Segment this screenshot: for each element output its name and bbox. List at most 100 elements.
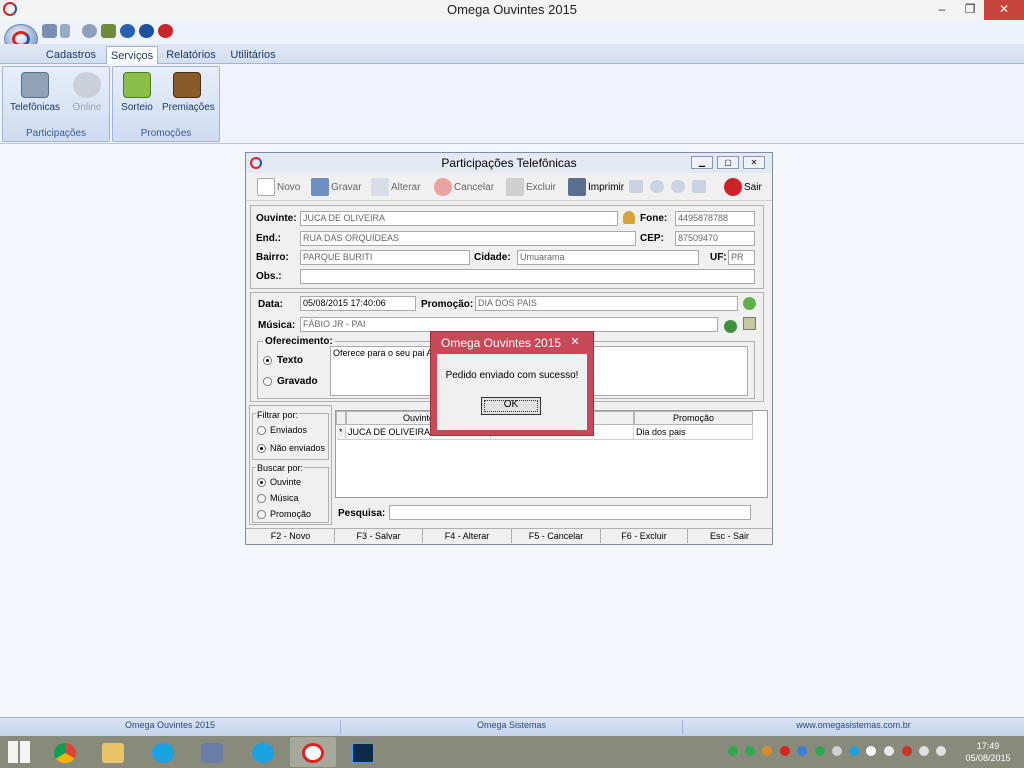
tray-omega-icon[interactable] [780, 746, 790, 756]
taskbar-chrome[interactable] [42, 737, 88, 767]
tray-app-icon[interactable] [762, 746, 772, 756]
first-record-icon[interactable] [629, 180, 643, 193]
close-button[interactable]: ✕ [984, 0, 1024, 20]
tab-relatorios[interactable]: Relatórios [163, 46, 219, 65]
dialog-message: Pedido enviado com sucesso! [445, 370, 579, 381]
shortcut-sair[interactable]: Esc - Sair [688, 529, 771, 543]
next-record-icon[interactable] [671, 180, 685, 193]
tab-cadastros[interactable]: Cadastros [42, 46, 100, 65]
buscar-label: Buscar por: [256, 463, 305, 473]
end-field[interactable]: RUA DAS ORQUÍDEAS [300, 231, 636, 246]
buscar-musica-radio[interactable] [257, 494, 266, 503]
previous-record-icon[interactable] [650, 180, 664, 193]
taskbar-clock[interactable]: 17:49 05/08/2015 [958, 740, 1018, 764]
bairro-field[interactable]: PARQUE BURITI [300, 250, 470, 265]
tray-sync-icon[interactable] [797, 746, 807, 756]
nao-enviados-radio[interactable] [257, 444, 266, 453]
download-icon[interactable] [101, 24, 116, 38]
grid-header-promocao[interactable]: Promoção [634, 411, 753, 425]
tray-flag-icon[interactable] [919, 746, 929, 756]
premiacoes-button[interactable]: Premiações [162, 70, 215, 118]
child-maximize-button[interactable]: ▢ [717, 156, 739, 169]
refresh-icon[interactable] [120, 24, 135, 38]
shortcut-salvar[interactable]: F3 - Salvar [335, 529, 423, 543]
buscar-ouvinte-radio[interactable] [257, 478, 266, 487]
data-field[interactable]: 05/08/2015 17:40:06 [300, 296, 416, 311]
treasure-chest-icon [173, 72, 201, 98]
pesquisa-field[interactable] [389, 505, 751, 520]
child-close-button[interactable]: ✕ [743, 156, 765, 169]
fone-field[interactable]: 4495878788 [675, 211, 755, 226]
cancelar-button[interactable]: Cancelar [434, 177, 494, 197]
taskbar-skype-2[interactable] [240, 737, 286, 767]
filtrar-label: Filtrar por: [256, 410, 300, 420]
promocao-field[interactable]: DIA DOS PAIS [475, 296, 738, 311]
tray-cloud-icon[interactable] [866, 746, 876, 756]
tray-skype-icon[interactable] [849, 746, 859, 756]
uf-field[interactable]: PR [728, 250, 755, 265]
premiacoes-label: Premiações [162, 102, 215, 113]
gravado-radio[interactable] [263, 377, 272, 386]
edit-music-icon[interactable] [743, 317, 756, 330]
minimize-button[interactable]: – [928, 0, 956, 20]
cancelar-label: Cancelar [454, 181, 495, 193]
child-minimize-button[interactable]: ▁ [691, 156, 713, 169]
tab-servicos[interactable]: Serviços [106, 46, 158, 65]
shortcut-alterar[interactable]: F4 - Alterar [423, 529, 512, 543]
tray-volume-icon[interactable] [936, 746, 946, 756]
cep-field[interactable]: 87509470 [675, 231, 755, 246]
shortcut-excluir[interactable]: F6 - Excluir [601, 529, 688, 543]
alterar-button[interactable]: Alterar [371, 177, 420, 197]
taskbar-omega-ouvintes[interactable] [290, 737, 336, 767]
tray-security-icon[interactable] [832, 746, 842, 756]
sair-button[interactable]: Sair [724, 177, 762, 197]
restore-button[interactable]: ❐ [956, 0, 984, 20]
taskbar-skype-1[interactable] [140, 737, 186, 767]
status-company: Omega Sistemas [341, 720, 683, 734]
windows-start-icon[interactable] [8, 741, 30, 763]
last-record-icon[interactable] [692, 180, 706, 193]
enviados-radio-label: Enviados [270, 425, 308, 435]
photoshop-icon [352, 743, 374, 763]
help-icon[interactable] [139, 24, 154, 38]
obs-field[interactable] [300, 269, 755, 284]
enviados-radio[interactable] [257, 426, 266, 435]
taskbar-photoshop[interactable] [340, 737, 386, 767]
taskbar-file-explorer[interactable] [90, 737, 136, 767]
online-button[interactable]: Online [62, 70, 112, 118]
tab-utilitarios[interactable]: Utilitários [225, 46, 281, 65]
cidade-field[interactable]: Umuarama [517, 250, 699, 265]
gravar-button[interactable]: Gravar [311, 177, 362, 197]
edit-icon [371, 178, 389, 196]
imprimir-button[interactable]: Imprimir [568, 177, 624, 197]
add-music-icon[interactable] [724, 320, 737, 333]
texto-radio[interactable] [263, 356, 272, 365]
add-promotion-icon[interactable] [743, 297, 756, 310]
telefonicas-button[interactable]: Telefônicas [10, 70, 60, 118]
grid-cell-promocao[interactable]: Dia dos pais [634, 426, 753, 440]
headset-icon [73, 72, 101, 98]
taskbar-virtualbox[interactable] [189, 737, 235, 767]
buscar-promocao-radio[interactable] [257, 510, 266, 519]
shortcut-novo[interactable]: F2 - Novo [247, 529, 335, 543]
tray-network-icon[interactable] [902, 746, 912, 756]
sms-icon[interactable] [42, 24, 57, 38]
user-search-icon[interactable] [623, 211, 635, 224]
tray-gear-icon[interactable] [815, 746, 825, 756]
shortcut-cancelar[interactable]: F5 - Cancelar [512, 529, 601, 543]
tray-check-icon[interactable] [728, 746, 738, 756]
novo-button[interactable]: Novo [257, 177, 300, 197]
group-participacoes-label: Participações [25, 128, 87, 139]
tray-dropbox-icon[interactable] [884, 746, 894, 756]
tray-check-icon[interactable] [745, 746, 755, 756]
ok-button[interactable]: OK [481, 397, 541, 415]
phone-icon[interactable] [60, 24, 70, 38]
telefonicas-label: Telefônicas [10, 102, 61, 113]
ouvinte-field[interactable]: JUCA DE OLIVEIRA [300, 211, 618, 226]
globe-icon[interactable] [82, 24, 97, 38]
excluir-button[interactable]: Excluir [506, 177, 556, 197]
sorteio-button[interactable]: Sorteio [112, 70, 162, 118]
dialog-close-icon[interactable]: ✕ [563, 334, 587, 350]
power-icon[interactable] [158, 24, 173, 38]
musica-field[interactable]: FÁBIO JR - PAI [300, 317, 718, 332]
